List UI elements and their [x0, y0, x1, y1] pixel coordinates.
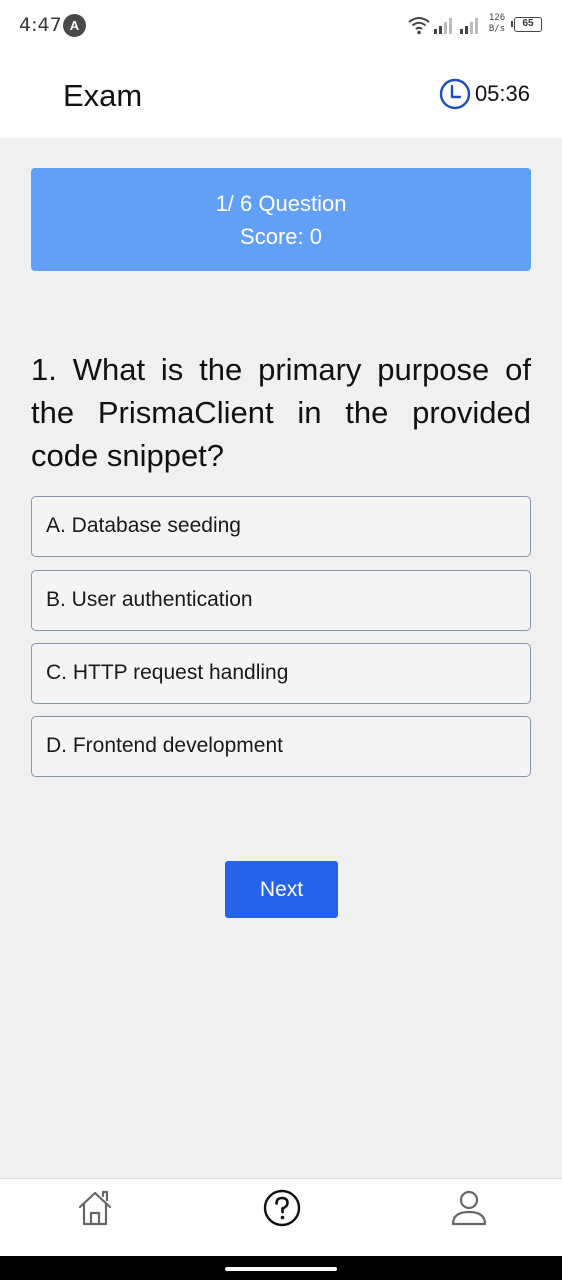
- signal-icon: [460, 18, 478, 34]
- app-header: Exam 05:36: [0, 52, 562, 138]
- next-button[interactable]: Next: [225, 861, 338, 918]
- nav-home[interactable]: [59, 1179, 129, 1239]
- question-text: 1. What is the primary purpose of the Pr…: [31, 352, 531, 473]
- answer-option-b[interactable]: B. User authentication: [31, 570, 531, 631]
- wifi-icon: [408, 17, 430, 35]
- app-notification-icon: A: [63, 14, 86, 37]
- page-title: Exam: [63, 78, 143, 113]
- status-bar: 4:47 A 126 B/s 65: [0, 0, 562, 52]
- status-time: 4:47: [19, 14, 62, 36]
- exam-timer: 05:36: [439, 78, 530, 110]
- home-icon: [78, 1190, 112, 1226]
- score-card: 1/ 6 Question Score: 0: [31, 168, 531, 271]
- question-progress: 1/ 6 Question: [215, 191, 347, 216]
- clock-icon: [439, 78, 471, 110]
- network-speed: 126 B/s: [486, 13, 508, 35]
- exam-screen: 4:47 A 126 B/s 65 Exam 05:36 1/ 6 Questi…: [0, 0, 562, 1280]
- battery-icon: 65: [511, 17, 542, 32]
- network-speed-value: 126: [488, 13, 506, 23]
- network-speed-unit: B/s: [488, 24, 506, 34]
- question-icon: [263, 1189, 301, 1227]
- bottom-navigation: [0, 1178, 562, 1256]
- answer-option-c[interactable]: C. HTTP request handling: [31, 643, 531, 704]
- nav-profile[interactable]: [433, 1179, 503, 1239]
- answer-option-d[interactable]: D. Frontend development: [31, 716, 531, 777]
- score-value: Score: 0: [240, 224, 322, 249]
- nav-questions[interactable]: [246, 1179, 316, 1239]
- home-gesture-handle[interactable]: [225, 1267, 337, 1271]
- user-icon: [451, 1190, 487, 1226]
- signal-icon: [434, 18, 452, 34]
- gesture-bar: [0, 1256, 562, 1280]
- answer-option-a[interactable]: A. Database seeding: [31, 496, 531, 557]
- timer-value: 05:36: [474, 81, 530, 106]
